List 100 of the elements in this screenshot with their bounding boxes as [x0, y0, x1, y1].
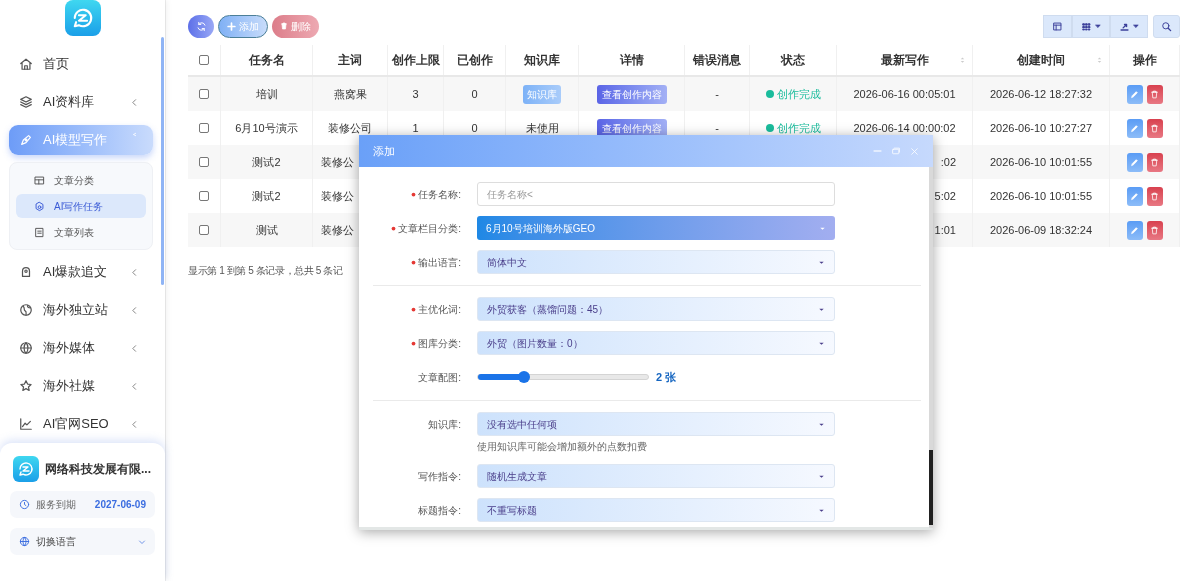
- select-field[interactable]: 不重写标题: [477, 498, 835, 522]
- checkbox[interactable]: [199, 123, 209, 133]
- checkbox[interactable]: [199, 157, 209, 167]
- submenu-item[interactable]: 文章分类: [16, 168, 146, 192]
- checkbox[interactable]: [199, 89, 209, 99]
- field-label: 文章配图:: [418, 370, 461, 385]
- column-header: 最新写作: [880, 52, 929, 69]
- column-header: 创建时间: [1017, 52, 1065, 69]
- select-field[interactable]: 外贸获客（蒸馏问题：45）: [477, 297, 835, 321]
- table-cell-text: 装修公: [321, 154, 354, 170]
- trash-icon: [1150, 191, 1159, 201]
- table-cell-text: 0: [471, 86, 478, 102]
- language-switcher[interactable]: 切换语言: [10, 528, 155, 555]
- expiry-date: 2027-06-09: [94, 498, 146, 512]
- checkbox[interactable]: [199, 225, 209, 235]
- delete-button[interactable]: [1146, 84, 1163, 104]
- trash-icon: [1150, 225, 1159, 235]
- table-cell-text: 2026-06-14 00:00:02: [853, 120, 956, 136]
- table-cell-text: 装修公: [321, 222, 354, 238]
- menu-item[interactable]: 海外独立站: [9, 295, 153, 325]
- column-header: 操作: [1132, 52, 1157, 69]
- refresh-icon: [195, 20, 207, 32]
- submenu-item[interactable]: AI写作任务: [16, 194, 146, 218]
- menu-item[interactable]: AI官网SEO: [9, 409, 153, 439]
- column-header: 已创作: [456, 52, 493, 69]
- maximize-icon: [891, 146, 901, 156]
- refresh-button[interactable]: [188, 14, 214, 38]
- edit-button[interactable]: [1126, 118, 1143, 138]
- menu-item[interactable]: 海外社媒: [9, 371, 153, 401]
- caret-icon: [1095, 23, 1101, 29]
- scrollbar[interactable]: [161, 37, 164, 285]
- menu-item[interactable]: 首页: [9, 49, 153, 79]
- table-icon: [1052, 20, 1063, 32]
- table-cell-text: 1:01: [934, 222, 956, 238]
- slider-track[interactable]: [477, 374, 649, 380]
- column-header: 主词: [338, 52, 362, 69]
- select-field[interactable]: 随机生成文章: [477, 464, 835, 488]
- delete-button[interactable]: [1146, 152, 1163, 172]
- delete-button[interactable]: [1146, 220, 1163, 240]
- field-label: 标题指令:: [418, 503, 461, 518]
- field-label: 写作指令:: [418, 469, 461, 484]
- plus-icon: [227, 21, 236, 31]
- search-icon: [1161, 20, 1172, 32]
- edit-button[interactable]: [1126, 84, 1143, 104]
- company-name: 网络科技发展有限...: [45, 461, 151, 478]
- edit-button[interactable]: [1126, 186, 1143, 206]
- table-cell-text: 2026-06-12 18:27:32: [989, 86, 1093, 102]
- table-cell-text: 2026-06-16 00:05:01: [853, 86, 956, 102]
- table-cell-text: 装修公司: [328, 120, 372, 136]
- menu-item[interactable]: AI爆款追文: [9, 257, 153, 287]
- column-header: 创作上限: [391, 52, 440, 69]
- table-view-button[interactable]: [1043, 14, 1072, 38]
- table-cell-text: 2026-06-10 10:01:55: [989, 188, 1093, 204]
- select-field[interactable]: 6月10号培训海外版GEO: [477, 216, 835, 240]
- trash-icon: [1150, 157, 1159, 167]
- column-header: 状态: [781, 52, 805, 69]
- field-label: 文章栏目分类:: [398, 221, 461, 236]
- search-button[interactable]: [1153, 14, 1180, 38]
- table-cell-text: 2026-06-10 10:27:27: [989, 120, 1093, 136]
- column-header: 错误消息: [693, 52, 741, 69]
- chart-icon: [19, 417, 33, 431]
- close-icon: [910, 146, 919, 156]
- checkbox[interactable]: [199, 55, 209, 65]
- chat-bubble-icon: [71, 7, 94, 29]
- table-cell-text: 1: [412, 120, 419, 136]
- slider-thumb[interactable]: [517, 371, 530, 383]
- column-header: 知识库: [524, 52, 560, 69]
- column-header: 详情: [619, 52, 644, 69]
- menu-item[interactable]: AI资料库: [9, 87, 153, 117]
- field-label: 输出语言:: [418, 255, 461, 270]
- checkbox[interactable]: [199, 191, 209, 201]
- status-text: 创作完成: [776, 120, 821, 136]
- field-label: 知识库:: [428, 417, 461, 432]
- table-cell-text: 3: [412, 86, 419, 102]
- field-label: 图库分类:: [418, 336, 461, 351]
- table-cell-text: -: [715, 86, 719, 102]
- table-cell-text: 装修公: [321, 188, 354, 204]
- columns-button[interactable]: [1072, 14, 1110, 38]
- delete-button[interactable]: [1146, 186, 1163, 206]
- table-cell-text: 6月10号演示: [235, 120, 298, 136]
- edit-button[interactable]: [1126, 152, 1143, 172]
- delete-button[interactable]: [1146, 118, 1163, 138]
- select-field[interactable]: 外贸（图片数量：0）: [477, 331, 835, 355]
- status-text: 创作完成: [776, 86, 821, 102]
- grid-icon: [1081, 20, 1092, 32]
- pencil-icon: [1130, 157, 1139, 167]
- edit-button[interactable]: [1126, 220, 1143, 240]
- pencil-icon: [1130, 123, 1139, 133]
- menu-item[interactable]: 海外媒体: [9, 333, 153, 363]
- pen-icon: [19, 133, 33, 147]
- layers-icon: [19, 95, 33, 109]
- table-cell-text: 测试: [255, 222, 278, 238]
- hint-text: 使用知识库可能会增加额外的点数扣费: [477, 440, 648, 454]
- input-field[interactable]: 任务名称<: [477, 182, 835, 206]
- export-button[interactable]: [1110, 14, 1148, 38]
- chat-bubble-icon: [18, 461, 34, 477]
- submenu-item[interactable]: 文章列表: [16, 220, 146, 244]
- select-field[interactable]: 没有选中任何项: [477, 412, 835, 436]
- select-field[interactable]: 简体中文: [477, 250, 835, 274]
- scrollbar-thumb[interactable]: [929, 450, 933, 525]
